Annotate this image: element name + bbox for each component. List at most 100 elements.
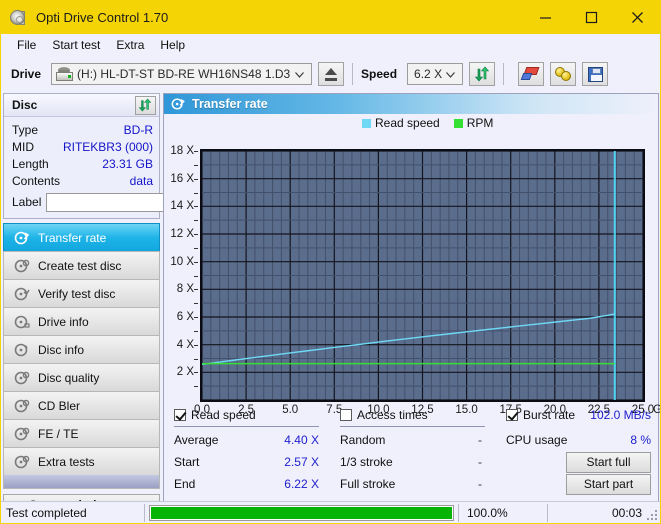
y-axis-tick-label: 8 X bbox=[176, 283, 194, 296]
disc-info-icon bbox=[11, 342, 33, 358]
stat-value: - bbox=[478, 477, 482, 491]
minimize-button[interactable] bbox=[522, 1, 568, 34]
sidebar-item-cd-bler[interactable]: CD Bler bbox=[3, 391, 160, 419]
disc-fete-icon bbox=[11, 426, 33, 442]
stats-read-speed-column: Read speed Average 4.40 X Start 2.57 X E… bbox=[174, 407, 319, 495]
start-full-button[interactable]: Start full bbox=[566, 451, 651, 473]
sidebar-item-label: Verify test disc bbox=[38, 286, 116, 301]
y-axis-tick bbox=[194, 220, 198, 222]
disc-panel: Disc Type BD-R MID RITEKBR3 (000) Length… bbox=[3, 93, 251, 219]
stats-access-times-column: Access times Random - 1/3 stroke - Full … bbox=[340, 407, 485, 495]
erase-button[interactable] bbox=[518, 62, 545, 86]
stat-row-one-third-stroke: 1/3 stroke - bbox=[340, 451, 485, 473]
close-button[interactable] bbox=[614, 1, 660, 34]
plugin-button[interactable] bbox=[550, 62, 577, 86]
page-title: Transfer rate bbox=[192, 97, 268, 111]
y-axis-tick bbox=[194, 358, 198, 360]
stat-key: Random bbox=[340, 433, 386, 447]
sidebar-item-create-test-disc[interactable]: Create test disc bbox=[3, 251, 160, 279]
y-axis-tick-label: 12 X bbox=[170, 228, 194, 240]
y-axis-tick-label: 14 X bbox=[170, 200, 194, 213]
disc-row-value: RITEKBR3 (000) bbox=[62, 139, 153, 154]
speed-select[interactable]: 6.2 X bbox=[407, 63, 464, 85]
disc-extra-icon bbox=[11, 454, 33, 470]
chart-y-axis: 2 X 4 X 6 X 8 X 10 X 12 X 14 X 16 X 18 X bbox=[164, 145, 198, 402]
refresh-icon bbox=[138, 97, 154, 114]
access-times-label: Access times bbox=[357, 408, 428, 422]
disc-row-length: Length 23.31 GB bbox=[4, 155, 159, 172]
status-message: Test completed bbox=[6, 505, 87, 520]
window-controls bbox=[522, 1, 660, 34]
start-part-button[interactable]: Start part bbox=[566, 473, 651, 495]
start-part-row: Start part bbox=[506, 473, 651, 495]
sidebar-item-verify-test-disc[interactable]: Verify test disc bbox=[3, 279, 160, 307]
sidebar-item-label: Disc info bbox=[38, 342, 85, 357]
drive-label: Drive bbox=[11, 67, 42, 81]
drive-select[interactable]: (H:) HL-DT-ST BD-RE WH16NS48 1.D3 bbox=[51, 63, 313, 85]
sidebar-item-disc-info[interactable]: Disc info bbox=[3, 335, 160, 363]
start-full-row: Start full bbox=[506, 451, 651, 473]
stat-value: 2.57 X bbox=[284, 455, 319, 469]
eject-button[interactable] bbox=[318, 62, 345, 86]
refresh-drive-button[interactable] bbox=[469, 62, 496, 86]
menu-start-test[interactable]: Start test bbox=[44, 36, 108, 54]
menu-extra[interactable]: Extra bbox=[108, 36, 152, 54]
sidebar: Disc Type BD-R MID RITEKBR3 (000) Length… bbox=[3, 93, 251, 516]
sidebar-item-transfer-rate[interactable]: Transfer rate bbox=[3, 223, 160, 251]
maximize-button[interactable] bbox=[568, 1, 614, 34]
app-window: Opti Drive Control 1.70 File Start test … bbox=[0, 0, 661, 524]
y-axis-tick-label: 18 X bbox=[170, 145, 194, 157]
sidebar-item-drive-info[interactable]: Drive info bbox=[3, 307, 160, 335]
stat-key: Average bbox=[174, 433, 219, 447]
disc-row-value: 23.31 GB bbox=[102, 156, 153, 171]
menu-help[interactable]: Help bbox=[152, 36, 193, 54]
read-speed-checkbox-row[interactable]: Read speed bbox=[174, 407, 319, 423]
plug-icon bbox=[554, 66, 572, 82]
disc-check-icon bbox=[11, 230, 33, 246]
y-axis-tick-label: 4 X bbox=[176, 338, 194, 351]
disc-row-value: data bbox=[129, 173, 153, 188]
chart-legend: Read speed RPM bbox=[362, 116, 493, 130]
disc-refresh-button[interactable] bbox=[135, 96, 156, 115]
drive-select-value: (H:) HL-DT-ST BD-RE WH16NS48 1.D3 bbox=[77, 67, 291, 81]
drive-icon bbox=[56, 67, 74, 81]
sidebar-item-extra-tests[interactable]: Extra tests bbox=[3, 447, 160, 475]
resize-grip[interactable] bbox=[646, 509, 657, 520]
burst-rate-checkbox[interactable] bbox=[506, 409, 518, 421]
sidebar-item-label: CD Bler bbox=[38, 398, 81, 413]
stat-key: 1/3 stroke bbox=[340, 455, 393, 469]
access-times-checkbox-row[interactable]: Access times bbox=[340, 407, 485, 423]
disc-row-key: MID bbox=[12, 139, 34, 154]
disc-row-contents: Contents data bbox=[4, 172, 159, 189]
transfer-rate-chart: Read speed RPM 2 X 4 X 6 X 8 X 10 X 12 X 14 X 1… bbox=[164, 114, 660, 416]
disc-bler-icon bbox=[11, 398, 33, 414]
stat-row-end: End 6.22 X bbox=[174, 473, 319, 495]
menu-bar: File Start test Extra Help bbox=[1, 34, 660, 56]
stat-key: End bbox=[174, 477, 196, 491]
y-axis-tick bbox=[194, 178, 198, 180]
sidebar-item-label: Drive info bbox=[38, 314, 89, 329]
sidebar-item-disc-quality[interactable]: Disc quality bbox=[3, 363, 160, 391]
sidebar-item-label: FE / TE bbox=[38, 426, 79, 441]
access-times-checkbox[interactable] bbox=[340, 409, 352, 421]
y-axis-tick bbox=[194, 192, 198, 194]
menu-file[interactable]: File bbox=[9, 36, 44, 54]
disc-row-key: Contents bbox=[12, 173, 61, 188]
floppy-save-icon bbox=[587, 66, 603, 82]
disc-panel-header: Disc bbox=[4, 94, 159, 117]
nav-filler bbox=[3, 475, 160, 489]
progress-bar-fill bbox=[151, 506, 452, 519]
divider bbox=[174, 426, 319, 427]
speed-label: Speed bbox=[361, 67, 398, 81]
chevron-down-icon bbox=[446, 67, 455, 81]
sidebar-item-fe-te[interactable]: FE / TE bbox=[3, 419, 160, 447]
read-speed-checkbox[interactable] bbox=[174, 409, 186, 421]
stat-row-random: Random - bbox=[340, 429, 485, 451]
eraser-icon bbox=[520, 67, 540, 81]
save-button[interactable] bbox=[582, 62, 609, 86]
legend-swatch-read-speed bbox=[362, 118, 371, 128]
burst-rate-checkbox-row[interactable]: Burst rate 102.0 MB/s bbox=[506, 407, 651, 423]
y-axis-tick bbox=[194, 151, 198, 152]
stat-row-start: Start 2.57 X bbox=[174, 451, 319, 473]
stat-value: - bbox=[478, 433, 482, 447]
